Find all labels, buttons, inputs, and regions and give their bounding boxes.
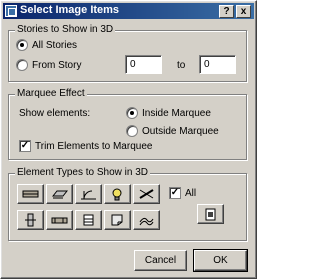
marquee-group-legend: Marquee Effect [15, 88, 87, 99]
trim-elements-checkbox[interactable]: ✓ [19, 140, 31, 152]
window-icon [5, 5, 17, 17]
all-stories-radio[interactable] [16, 39, 28, 51]
show-elements-label: Show elements: [19, 108, 91, 119]
all-stories-label[interactable]: All Stories [32, 40, 77, 51]
cancel-button[interactable]: Cancel [134, 250, 187, 271]
wall-icon[interactable] [17, 184, 44, 204]
outside-marquee-label[interactable]: Outside Marquee [142, 126, 219, 137]
all-elements-checkbox[interactable]: ✓ [169, 187, 181, 199]
element-types-group: Element Types to Show in 3D ✓ All [8, 167, 247, 241]
library-part-icon[interactable] [197, 204, 224, 224]
zone-icon[interactable] [104, 210, 131, 230]
title-bar: Select Image Items ? x [3, 3, 254, 19]
window-title: Select Image Items [20, 4, 120, 16]
lamp-icon[interactable] [104, 184, 131, 204]
all-elements-label[interactable]: All [185, 188, 196, 199]
stories-group-legend: Stories to Show in 3D [15, 24, 116, 35]
select-image-items-dialog: Select Image Items ? x Stories to Show i… [0, 0, 257, 279]
ok-button[interactable]: OK [193, 249, 248, 272]
close-button[interactable]: x [236, 5, 251, 18]
door-window-icon[interactable] [75, 184, 102, 204]
inside-marquee-radio[interactable] [126, 107, 138, 119]
inside-marquee-label[interactable]: Inside Marquee [142, 108, 211, 119]
beam-icon[interactable] [133, 184, 160, 204]
element-types-legend: Element Types to Show in 3D [15, 167, 150, 178]
to-label: to [177, 60, 186, 71]
mesh-icon[interactable] [133, 210, 160, 230]
from-story-radio[interactable] [16, 59, 28, 71]
stories-group: Stories to Show in 3D All Stories From S… [8, 24, 247, 82]
slab-icon[interactable] [46, 184, 73, 204]
marquee-effect-group: Marquee Effect Show elements: Inside Mar… [8, 88, 247, 160]
trim-elements-label[interactable]: Trim Elements to Marquee [35, 141, 152, 152]
outside-marquee-radio[interactable] [126, 125, 138, 137]
from-story-input[interactable]: 0 [125, 55, 162, 74]
stair-object-icon[interactable] [75, 210, 102, 230]
roof-icon[interactable] [46, 210, 73, 230]
from-story-label[interactable]: From Story [32, 60, 81, 71]
column-icon[interactable] [17, 210, 44, 230]
help-button[interactable]: ? [219, 5, 234, 18]
to-story-input[interactable]: 0 [199, 55, 236, 74]
